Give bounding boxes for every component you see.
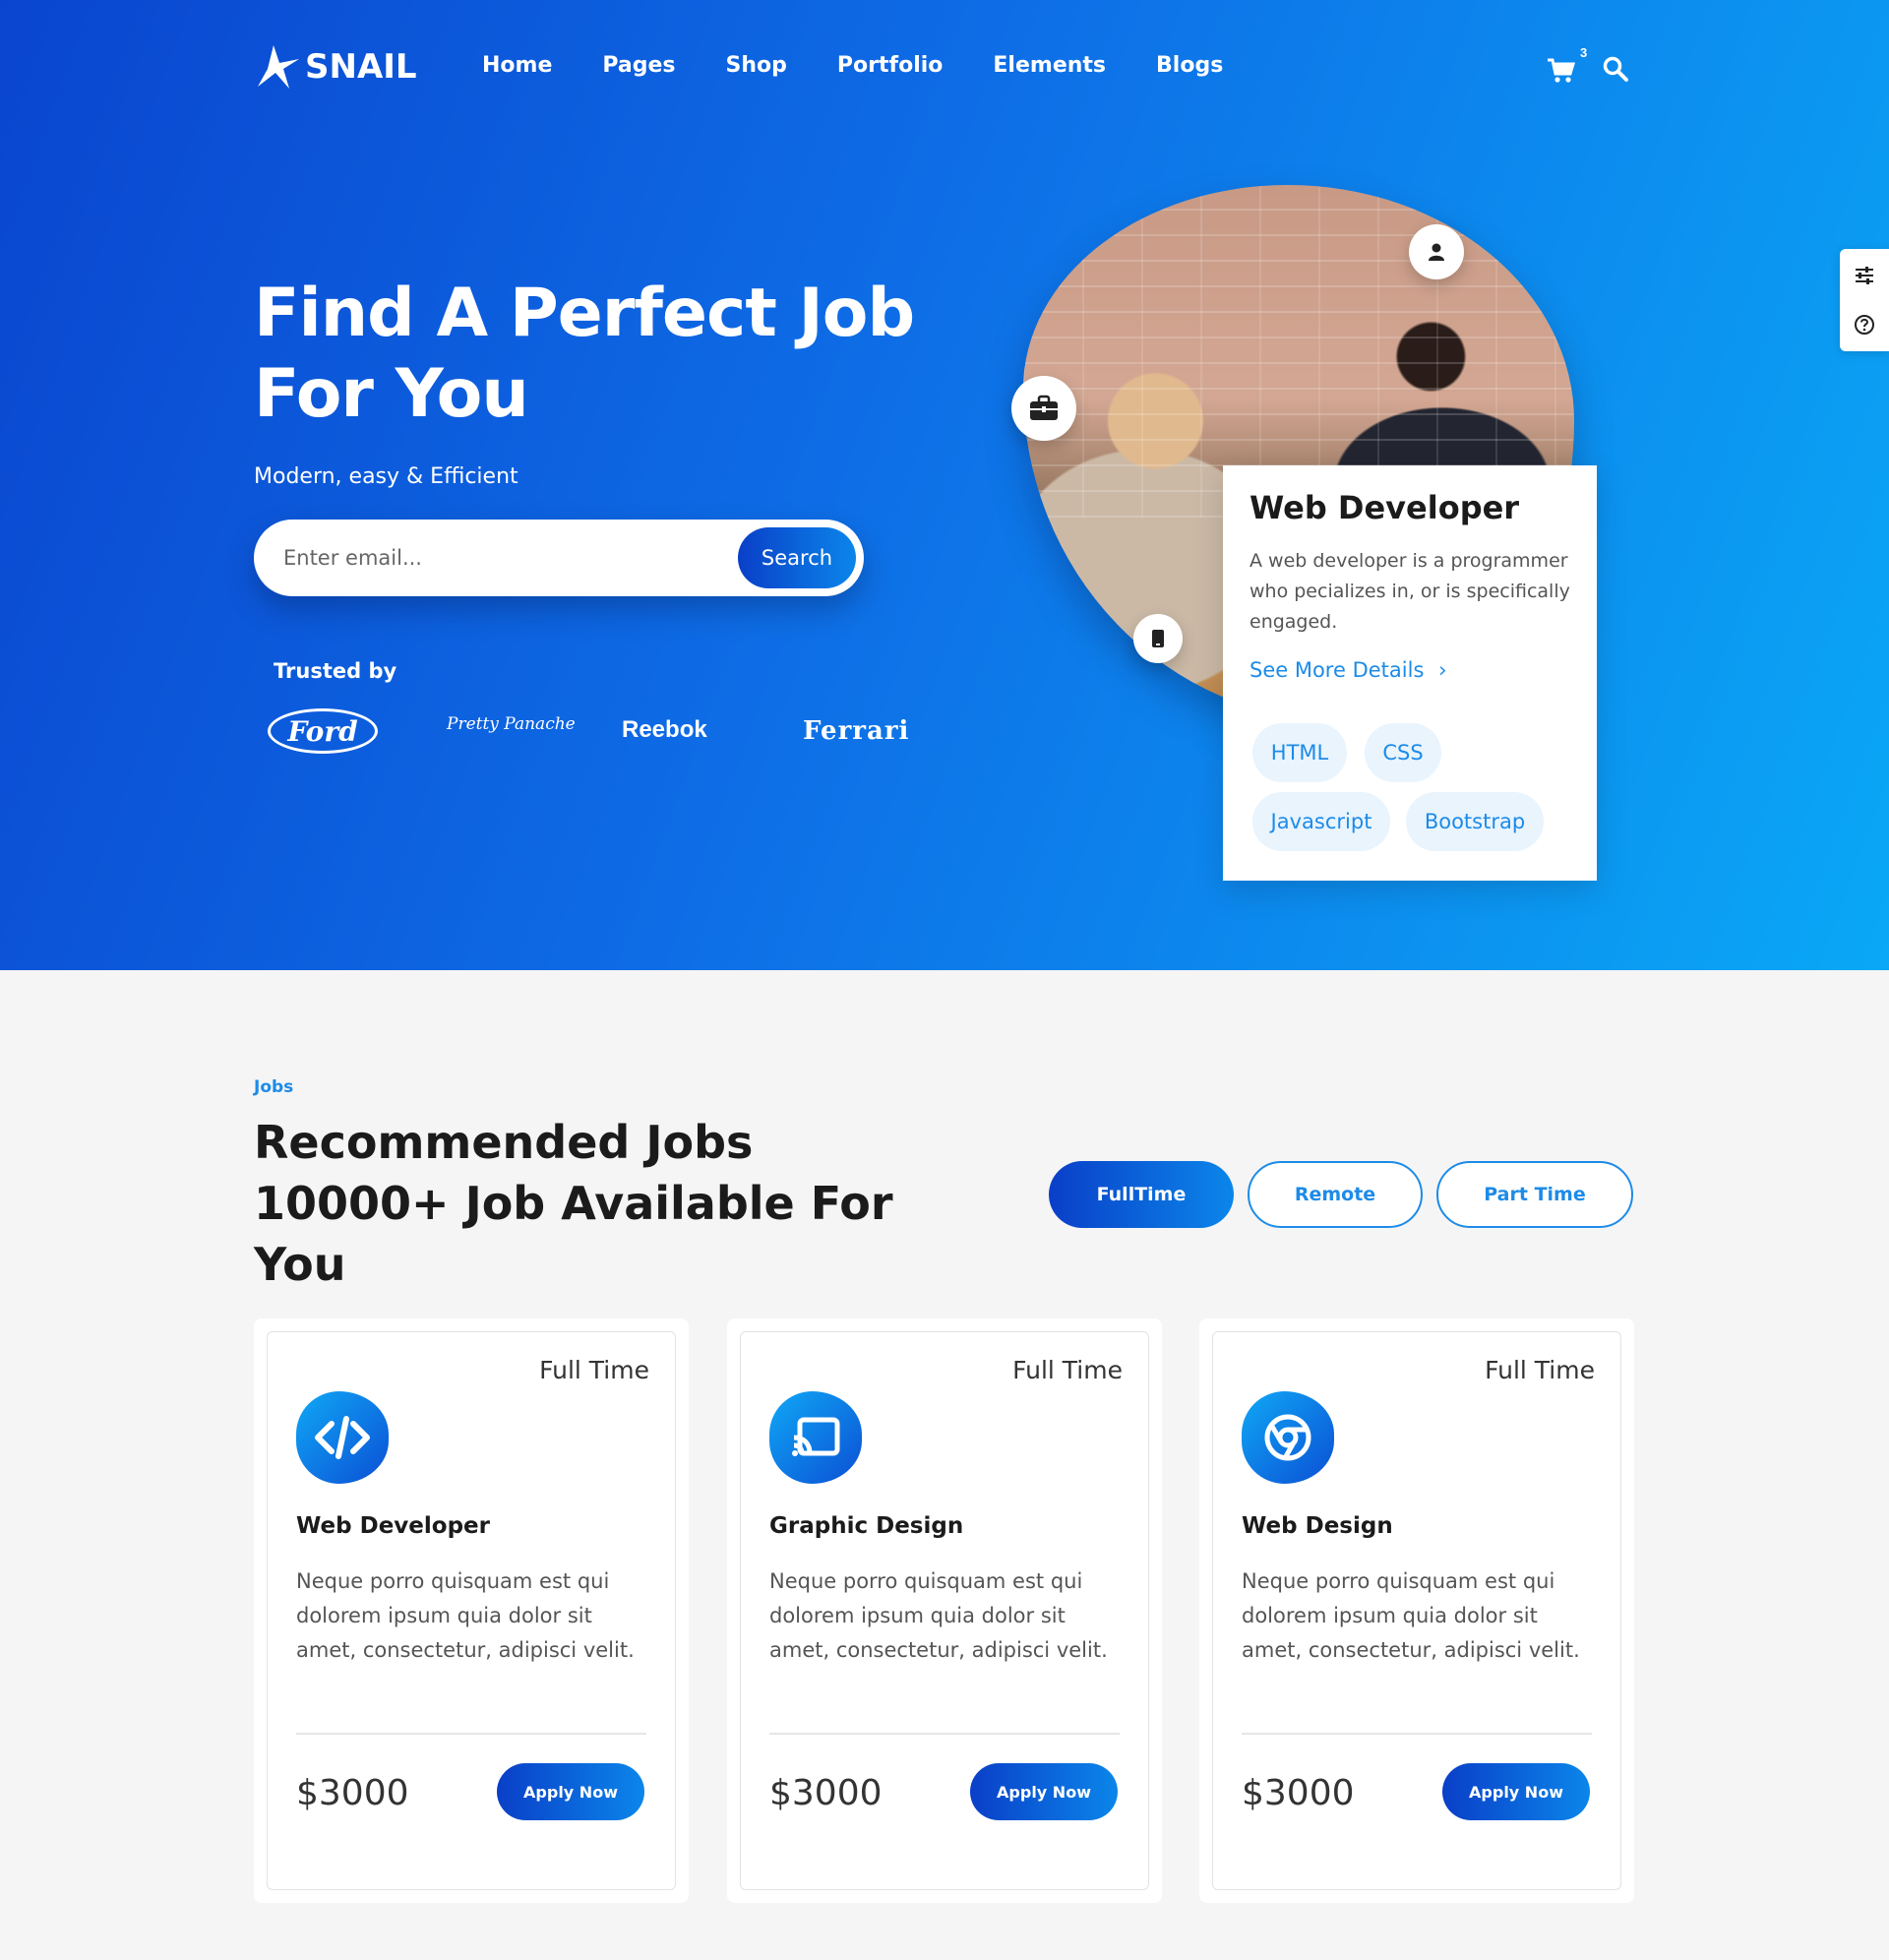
tag-bootstrap[interactable]: Bootstrap [1406,792,1544,851]
email-field[interactable] [283,539,677,577]
brand-logos: Ford Pretty Panache Reebok Ferrari [268,708,937,758]
job-type: Full Time [1485,1356,1595,1384]
apply-now-button[interactable]: Apply Now [1442,1763,1590,1820]
pretty-panache-logo: Pretty Panache [447,714,576,734]
job-card-inner: Full Time Web Developer Neque porro quis… [267,1331,676,1890]
job-card: Full Time Graphic Design Neque porro qui… [727,1318,1162,1903]
job-card: Full Time Web Developer Neque porro quis… [254,1318,689,1903]
divider [1242,1733,1592,1735]
job-title: Web Developer [296,1513,490,1539]
reebok-logo: Reebok [622,716,707,743]
tag-javascript[interactable]: Javascript [1252,792,1390,851]
filter-fulltime-button[interactable]: FullTime [1049,1161,1234,1228]
job-description: Neque porro quisquam est qui dolorem ips… [296,1569,635,1662]
hero-section: SNAIL Home Pages Shop Portfolio Elements… [0,0,1889,970]
tag-css[interactable]: CSS [1365,723,1441,782]
featured-job-card: Web Developer A web developer is a progr… [1223,465,1597,881]
hero-subtitle: Modern, easy & Efficient [254,464,518,489]
divider [296,1733,646,1735]
nav-portfolio[interactable]: Portfolio [837,53,944,78]
job-salary: $3000 [769,1773,883,1813]
tag-html[interactable]: HTML [1252,723,1347,782]
logo-text: SNAIL [305,47,417,87]
apply-now-button[interactable]: Apply Now [970,1763,1118,1820]
job-type: Full Time [539,1356,649,1384]
featured-job-description: A web developer is a programmer who peci… [1249,550,1570,633]
job-salary: $3000 [1242,1773,1355,1813]
job-title: Web Design [1242,1513,1393,1539]
apply-now-button[interactable]: Apply Now [497,1763,644,1820]
search-button[interactable]: Search [738,527,856,588]
help-icon[interactable] [1854,314,1875,336]
logo[interactable]: SNAIL [254,43,417,91]
ferrari-logo: Ferrari [803,716,910,746]
trusted-by-label: Trusted by [274,659,397,683]
cart-count-badge: 3 [1580,45,1588,60]
job-description: Neque porro quisquam est qui dolorem ips… [769,1569,1108,1662]
nav-pages[interactable]: Pages [602,53,675,78]
nav-shop[interactable]: Shop [726,53,787,78]
job-card: Full Time Web Design Neque porro quisqua… [1199,1318,1634,1903]
chevron-right-icon: › [1438,658,1447,682]
see-more-details-link[interactable]: See More Details › [1249,658,1446,682]
see-more-label: See More Details [1249,658,1425,682]
job-type: Full Time [1012,1356,1123,1384]
side-tools-panel [1840,249,1889,351]
ford-logo: Ford [268,708,378,754]
search-icon[interactable] [1602,55,1629,83]
hero-title: Find A Perfect Job For You [254,275,915,433]
section-title: Recommended Jobs 10000+ Job Available Fo… [254,1116,893,1291]
cast-icon [769,1391,862,1484]
email-search-form: Search [254,520,864,596]
cart-icon[interactable] [1546,55,1575,85]
job-salary: $3000 [296,1773,409,1813]
chrome-icon [1242,1391,1334,1484]
job-card-inner: Full Time Graphic Design Neque porro qui… [740,1331,1149,1890]
logo-mark-icon [258,45,299,89]
code-icon [296,1391,389,1484]
briefcase-icon [1011,376,1076,441]
top-nav: SNAIL Home Pages Shop Portfolio Elements… [254,39,1631,98]
filter-remote-button[interactable]: Remote [1248,1161,1423,1228]
user-icon [1409,224,1464,279]
job-title: Graphic Design [769,1513,964,1539]
phone-icon [1133,614,1183,663]
nav-elements[interactable]: Elements [993,53,1106,78]
job-description: Neque porro quisquam est qui dolorem ips… [1242,1569,1580,1662]
filter-part-time-button[interactable]: Part Time [1436,1161,1633,1228]
job-card-inner: Full Time Web Design Neque porro quisqua… [1212,1331,1621,1890]
featured-job-title: Web Developer [1249,489,1520,526]
divider [769,1733,1120,1735]
nav-blogs[interactable]: Blogs [1156,53,1223,78]
sliders-icon[interactable] [1854,265,1875,286]
section-label: Jobs [254,1077,294,1097]
main-menu: Home Pages Shop Portfolio Elements Blogs [482,53,1273,78]
nav-home[interactable]: Home [482,53,552,78]
